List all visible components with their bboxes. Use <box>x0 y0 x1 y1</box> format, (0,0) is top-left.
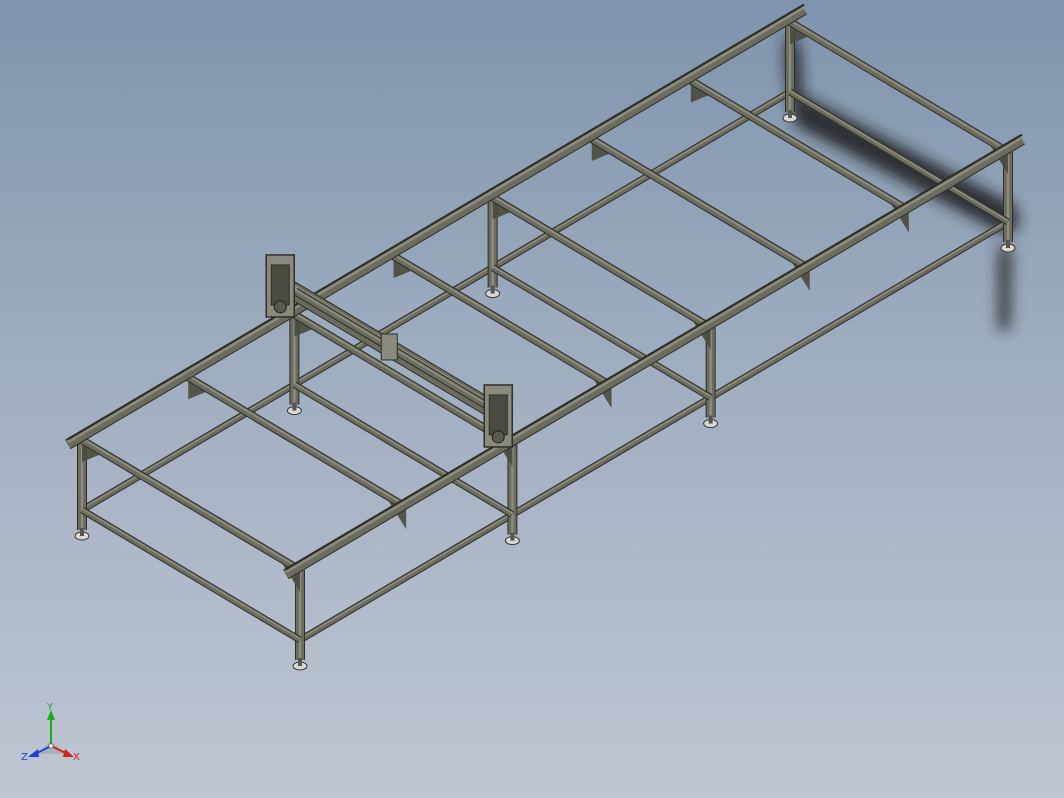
foot-stem-0-1 <box>298 658 302 666</box>
lower-tie-0-highlight <box>81 508 301 640</box>
frame-back-structure <box>80 88 1010 644</box>
gantry-drive-motor-icon-back <box>273 300 287 314</box>
foot-stem-3-1 <box>1006 240 1010 248</box>
triad-origin <box>48 743 54 749</box>
foot-stem-1-1 <box>510 532 515 541</box>
foot-stem-2-1 <box>708 415 713 424</box>
gantry-drive-motor-icon-front <box>491 430 505 444</box>
lower-front-rail-highlight <box>299 220 1009 640</box>
top-crossbeam-5-highlight <box>591 136 811 269</box>
foot-stem-1-0 <box>292 402 297 411</box>
top-crossbeam-4-highlight <box>492 195 712 327</box>
tool-head <box>380 333 398 361</box>
gantry-drive-housing-back <box>270 264 290 306</box>
y-axis-label: Y <box>46 702 54 713</box>
z-axis-arrow-icon <box>28 749 39 757</box>
frame-rails <box>65 3 1025 580</box>
gantry-beam-lower-highlight <box>294 289 505 416</box>
lower-tie-0 <box>80 507 302 643</box>
foot-stem-0-0 <box>80 528 84 536</box>
lower-back-rail <box>80 89 792 513</box>
gantry-drive-housing-front <box>488 394 508 436</box>
top-crossbeam-0-highlight <box>81 437 301 570</box>
gantry-table-model[interactable] <box>0 0 1064 798</box>
graphics-viewport[interactable]: Y X Z <box>0 0 1064 798</box>
top-crossbeam-2-highlight <box>293 312 513 444</box>
top-crossbeam-2 <box>292 312 514 448</box>
z-axis-label: Z <box>21 752 28 763</box>
frame-crossbeams <box>79 18 1011 644</box>
foot-stem-3-0 <box>788 110 792 118</box>
top-crossbeam-4 <box>491 194 713 331</box>
top-crossbeam-5 <box>590 136 812 272</box>
frame-legs <box>77 20 1013 660</box>
axis-triad[interactable]: Y X Z <box>18 702 88 772</box>
gantry-beam-lower <box>293 288 507 419</box>
lower-back-rail-highlight <box>81 90 791 510</box>
top-crossbeam-0 <box>80 437 302 573</box>
lower-front-rail <box>298 219 1010 643</box>
x-axis-label: X <box>73 752 80 763</box>
foot-stem-2-0 <box>490 285 495 294</box>
